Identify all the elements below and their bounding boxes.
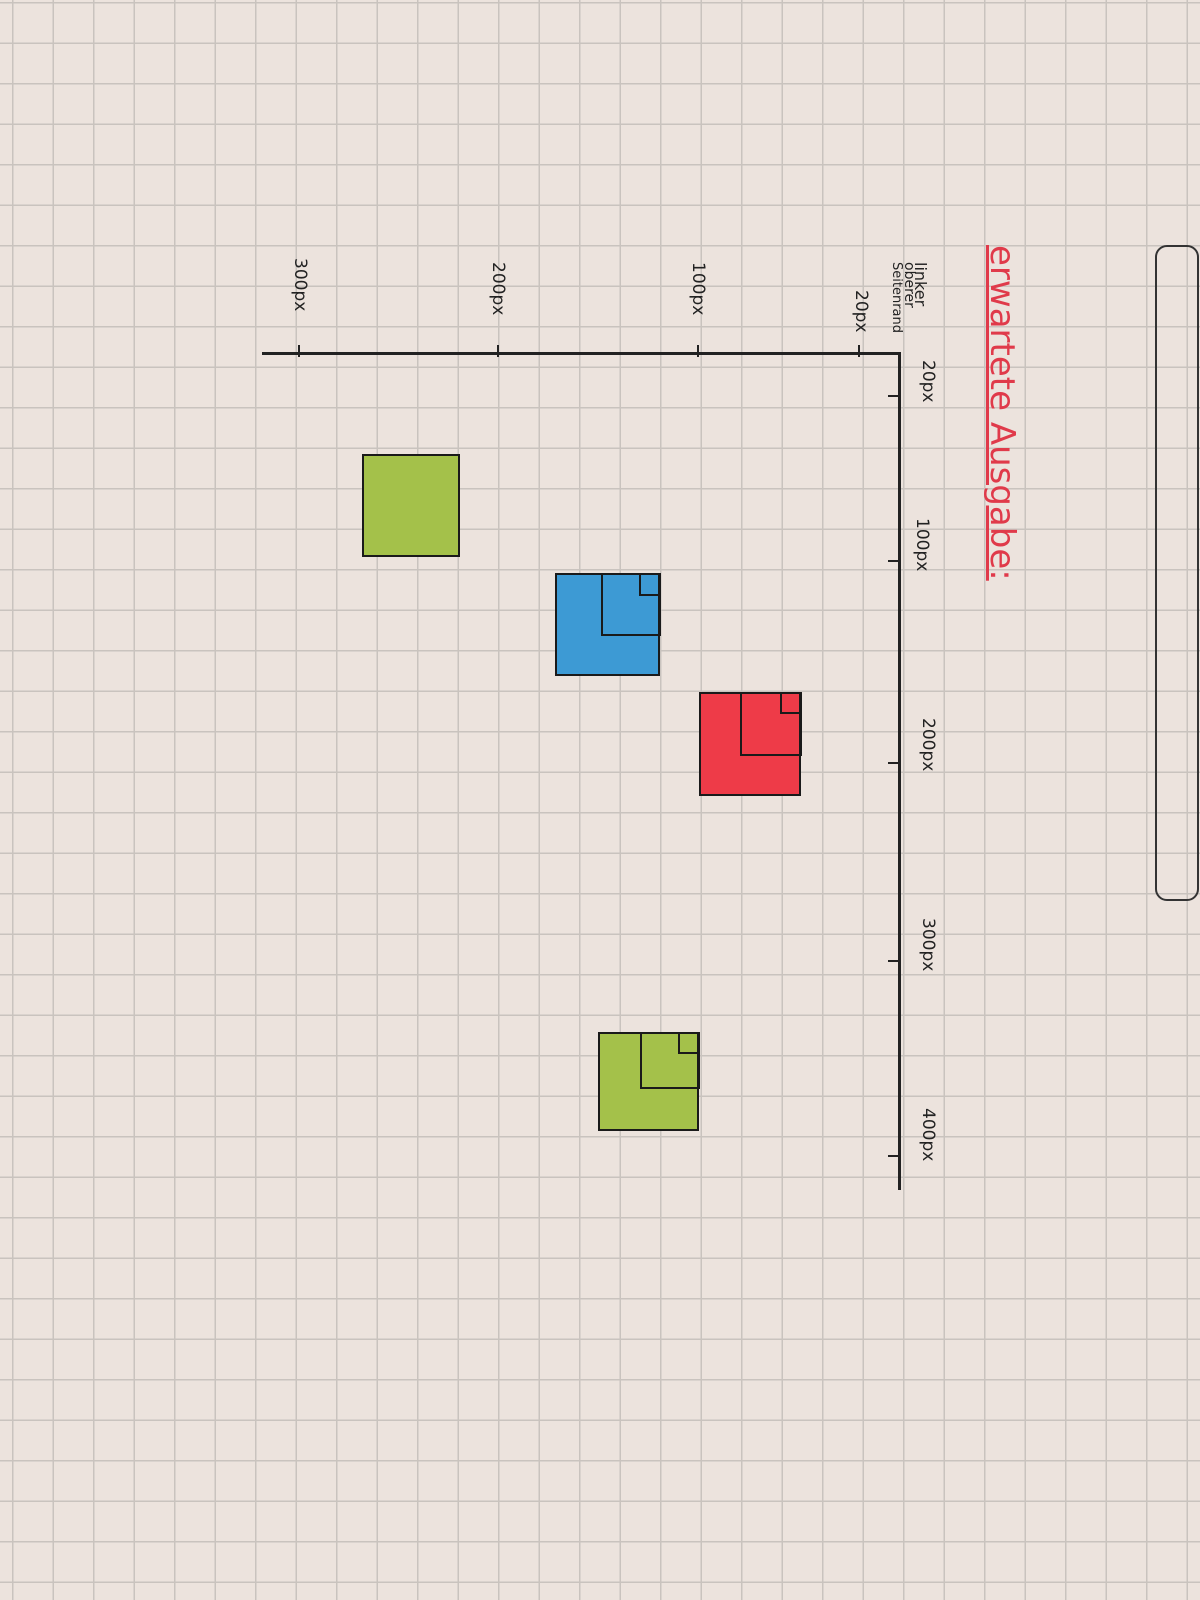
green-nested-square — [598, 1031, 700, 1131]
h-tick-label: 300px — [918, 918, 938, 972]
origin-label-line3: Seitenrand — [889, 262, 904, 333]
innermost-square — [638, 572, 661, 596]
v-tick-label: 20px — [851, 290, 871, 333]
tick — [888, 1155, 900, 1157]
h-tick-label: 20px — [918, 360, 938, 403]
tick — [858, 345, 860, 357]
innermost-square — [677, 1031, 700, 1054]
v-tick-label: 200px — [488, 262, 508, 316]
horizontal-axis-line — [898, 352, 901, 1190]
diagram-title: erwartete Ausgabe: — [982, 245, 1022, 581]
h-tick-label: 200px — [918, 718, 938, 772]
tick — [888, 560, 900, 562]
innermost-square — [779, 691, 802, 714]
v-tick-label: 300px — [290, 258, 310, 312]
tick — [497, 345, 499, 357]
tick — [298, 345, 300, 357]
green-square — [362, 454, 460, 557]
notebook-edge-frame — [1155, 245, 1199, 901]
tick — [888, 960, 900, 962]
origin-label-line2: oberer — [901, 262, 917, 308]
red-nested-square — [699, 691, 802, 796]
blue-nested-square — [555, 572, 661, 676]
tick — [888, 395, 900, 397]
h-tick-label: 100px — [912, 518, 932, 572]
h-tick-label: 400px — [918, 1108, 938, 1162]
tick — [888, 762, 900, 764]
v-tick-label: 100px — [688, 262, 708, 316]
tick — [697, 345, 699, 357]
vertical-axis-line — [262, 352, 900, 355]
